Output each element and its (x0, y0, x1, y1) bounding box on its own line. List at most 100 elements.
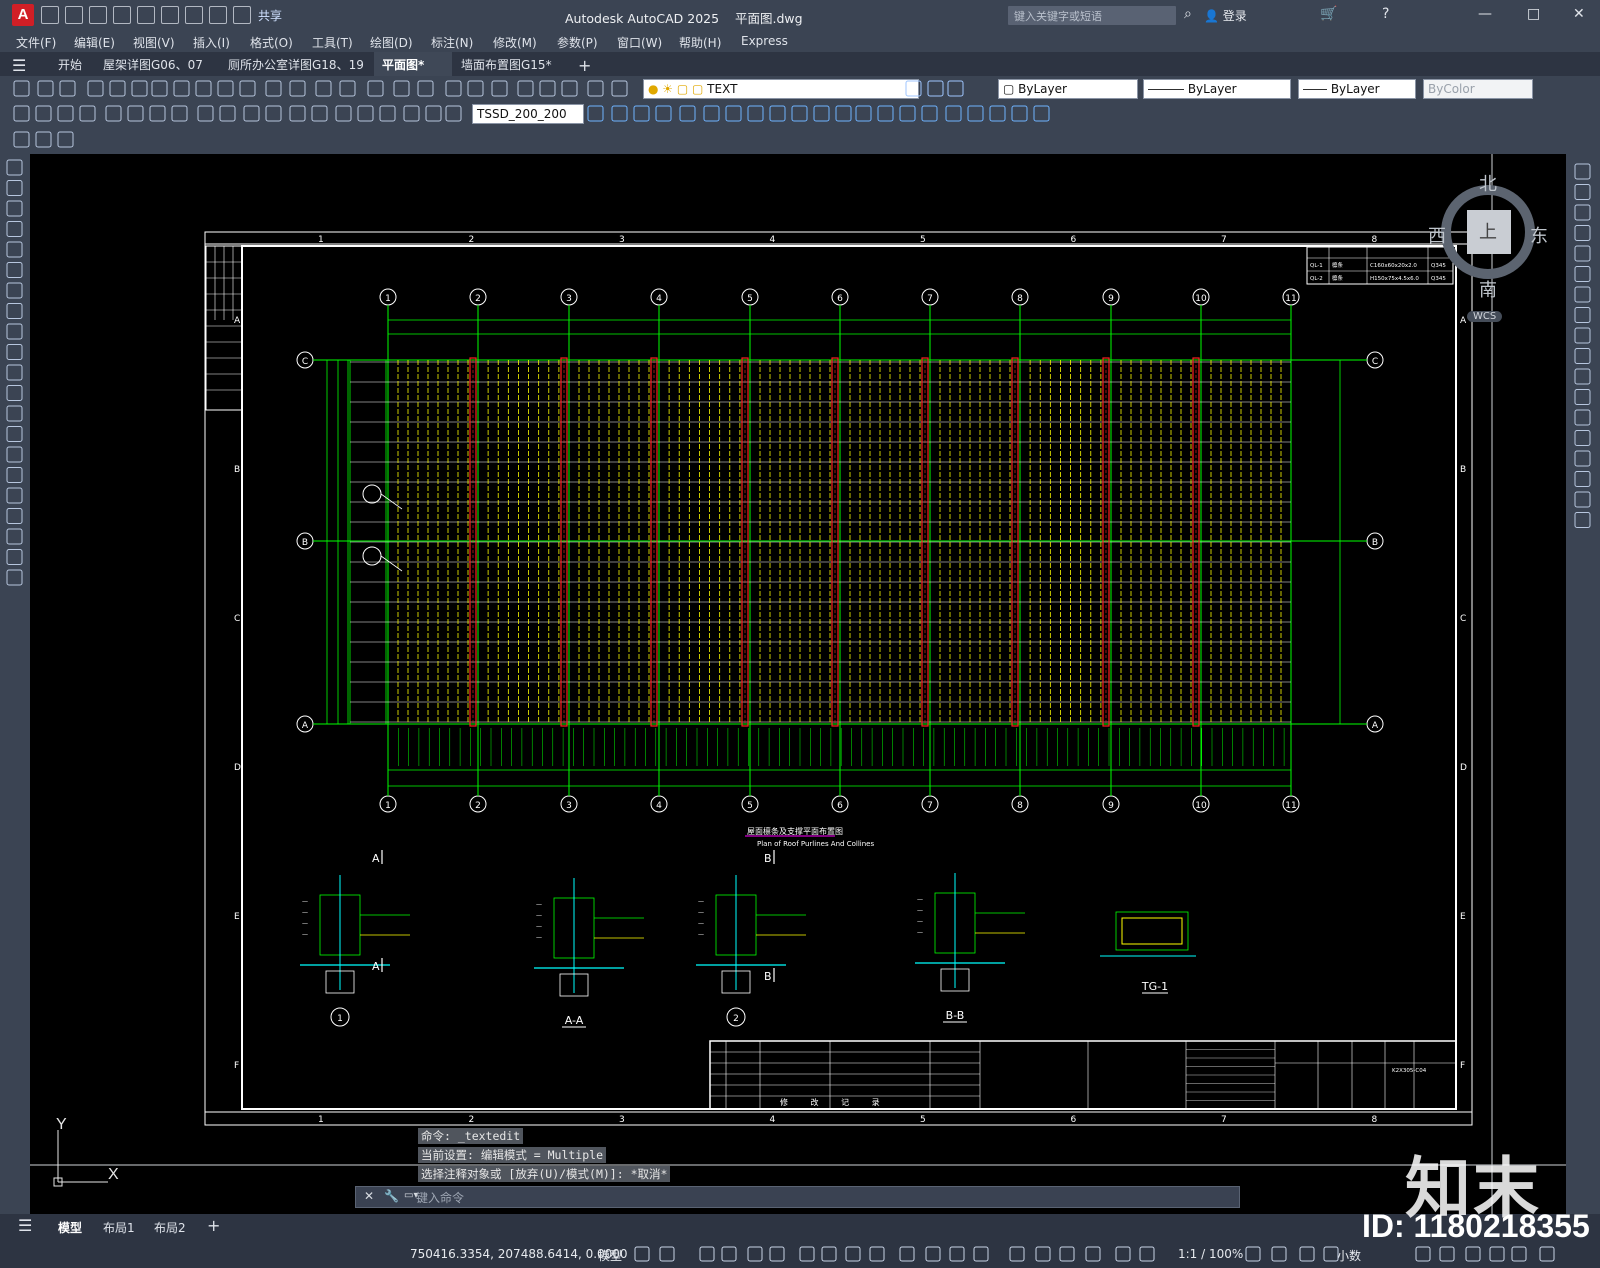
legend-cell: 檩条 (1332, 261, 1344, 269)
dimstyle-dropdown[interactable]: TSSD_200_200 (472, 104, 584, 124)
grid-label: 6 (837, 801, 843, 811)
viewcube-east[interactable]: 东 (1530, 222, 1548, 248)
maximize-button[interactable]: □ (1527, 6, 1540, 22)
grid-label: C (302, 357, 308, 367)
status-toggle-icon (845, 1246, 861, 1262)
minimize-button[interactable]: — (1478, 6, 1492, 22)
frame-column-label: 6 (1071, 1115, 1077, 1125)
plotstyle-dropdown[interactable]: ByColor (1423, 79, 1533, 99)
modify-tool-icon (1574, 184, 1591, 200)
redo-icon[interactable] (233, 6, 251, 24)
customize-command-icon[interactable]: 🔧 (384, 1189, 399, 1203)
grid-label: 8 (1017, 801, 1023, 811)
menu-parametric[interactable]: 参数(P) (557, 34, 598, 51)
drawing-canvas[interactable]: 1122334455667788AABBCCDDEEFF QL-1 檩条 C160x… (30, 154, 1566, 1214)
menu-dimension[interactable]: 标注(N) (431, 34, 473, 51)
status-toggle-icon (1085, 1246, 1101, 1262)
viewcube-west[interactable]: 西 (1428, 222, 1446, 248)
status-toggle-icon (634, 1246, 650, 1262)
tab-model[interactable]: 模型 (58, 1219, 82, 1236)
viewcube-top[interactable]: 上 (1479, 218, 1497, 244)
tab-wall-layout[interactable]: 墙面布置图G15* (453, 52, 560, 76)
search-icon[interactable]: ⌕ (1184, 6, 1192, 22)
grid-label: 10 (1195, 294, 1207, 304)
new-file-icon[interactable] (41, 6, 59, 24)
menu-view[interactable]: 视图(V) (133, 34, 175, 51)
status-toggle-icon (1115, 1246, 1131, 1262)
layout-menu-icon[interactable]: ☰ (18, 1216, 32, 1235)
viewcube-north[interactable]: 北 (1479, 170, 1497, 196)
status-toggle-icon (1511, 1246, 1527, 1262)
frame-row-label: F (234, 1061, 239, 1071)
menu-draw[interactable]: 绘图(D) (370, 34, 413, 51)
open-web-icon[interactable] (137, 6, 155, 24)
menu-bar: 文件(F) 编辑(E) 视图(V) 插入(I) 格式(O) 工具(T) 绘图(D… (0, 30, 1600, 52)
color-dropdown[interactable]: ▢ ByLayer (998, 79, 1138, 99)
command-input[interactable]: 键入命令 (416, 1189, 464, 1206)
draw-tool-icon (6, 528, 23, 545)
grid-label: 5 (747, 294, 753, 304)
menu-tools[interactable]: 工具(T) (312, 34, 353, 51)
menu-window[interactable]: 窗口(W) (617, 34, 662, 51)
status-toggle-icon (1439, 1246, 1455, 1262)
grid-label: 11 (1285, 294, 1296, 304)
tab-layout1[interactable]: 布局1 (103, 1219, 135, 1236)
frame-row-label: F (1460, 1061, 1465, 1071)
tab-start[interactable]: 开始 (50, 52, 90, 76)
viewcube-south[interactable]: 南 (1479, 276, 1497, 302)
autocad-logo-icon[interactable]: A (12, 4, 34, 26)
hamburger-menu-icon[interactable]: ☰ (4, 52, 34, 76)
grid-label: 8 (1017, 294, 1023, 304)
command-line[interactable]: ✕ 🔧 ▭▾ 键入命令 (355, 1186, 1240, 1208)
tab-roof-detail[interactable]: 屋架详图G06、07 (95, 52, 211, 76)
frame-row-label: D (234, 763, 241, 773)
menu-edit[interactable]: 编辑(E) (74, 34, 115, 51)
app-name: Autodesk AutoCAD 2025 (565, 11, 720, 26)
grid-label: 1 (385, 801, 391, 811)
undo-icon[interactable] (209, 6, 227, 24)
detail-annotation: — (917, 896, 923, 903)
menu-file[interactable]: 文件(F) (16, 34, 56, 51)
standard-toolbar: ● ☀ ▢ ▢ TEXT ▢ ByLayer ――― ByLayer ―― By… (0, 76, 1600, 102)
detail-annotation: — (698, 909, 704, 916)
units-setting[interactable]: 小数 (1337, 1247, 1361, 1264)
status-toggle-icon (1009, 1246, 1025, 1262)
annotation-scale[interactable]: 1:1 / 100% (1178, 1247, 1243, 1261)
title-block: 修 改 记 录 K2X305-C04 (709, 1040, 1457, 1110)
linetype-dropdown[interactable]: ――― ByLayer (1143, 79, 1291, 99)
lineweight-dropdown[interactable]: ―― ByLayer (1298, 79, 1416, 99)
detail-annotation: — (536, 901, 542, 908)
status-toggle-icon (1489, 1246, 1505, 1262)
open-file-icon[interactable] (65, 6, 83, 24)
close-button[interactable]: ✕ (1573, 6, 1585, 22)
share-button[interactable]: 共享 (258, 7, 282, 24)
menu-format[interactable]: 格式(O) (250, 34, 293, 51)
add-layout-icon[interactable]: + (207, 1216, 220, 1235)
modify-tool-icon (1574, 491, 1591, 508)
close-command-icon[interactable]: ✕ (364, 1189, 374, 1203)
status-toggle-icon (1299, 1246, 1315, 1262)
layer-dropdown[interactable]: ● ☀ ▢ ▢ TEXT (643, 79, 919, 99)
save-icon[interactable] (89, 6, 107, 24)
login-button[interactable]: 👤 登录 (1204, 7, 1247, 24)
modify-tool-icon (1574, 163, 1591, 180)
model-space-toggle[interactable]: 模型 (598, 1247, 622, 1264)
draw-tool-icon (6, 159, 23, 176)
menu-modify[interactable]: 修改(M) (493, 34, 537, 51)
menu-help[interactable]: 帮助(H) (679, 34, 721, 51)
help-icon[interactable]: ? (1382, 6, 1389, 22)
menu-express[interactable]: Express (741, 34, 788, 48)
save-as-icon[interactable] (113, 6, 131, 24)
tab-plan[interactable]: 平面图* (374, 52, 452, 76)
tab-toilet-detail[interactable]: 厕所办公室详图G18、19 (220, 52, 372, 76)
new-tab-icon[interactable]: + (570, 52, 599, 76)
save-web-icon[interactable] (161, 6, 179, 24)
status-toggle-icon (821, 1246, 837, 1262)
menu-insert[interactable]: 插入(I) (193, 34, 230, 51)
search-input[interactable]: 键入关键字或短语 (1008, 6, 1176, 25)
plot-icon[interactable] (185, 6, 203, 24)
tab-layout2[interactable]: 布局2 (154, 1219, 186, 1236)
cart-icon[interactable]: 🛒 (1320, 6, 1337, 22)
wcs-menu[interactable]: WCS (1467, 311, 1503, 322)
modify-tool-icon (1574, 327, 1591, 344)
